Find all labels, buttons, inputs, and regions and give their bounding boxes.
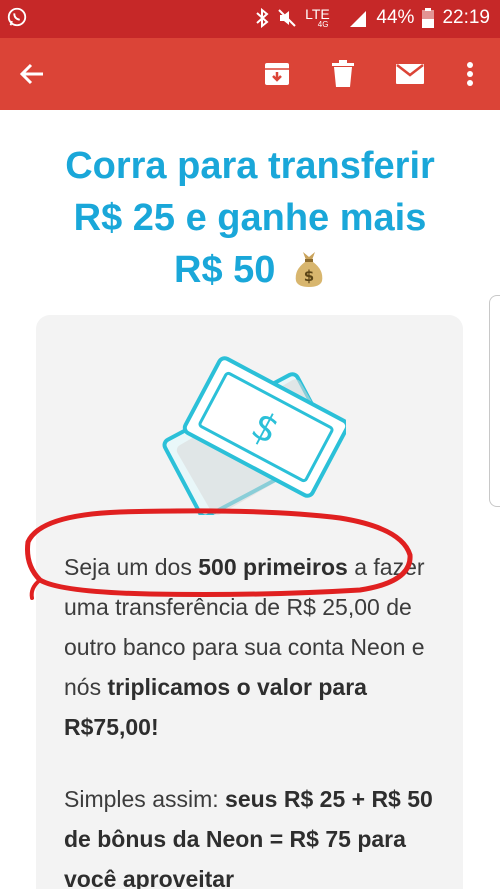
archive-button[interactable] xyxy=(257,54,297,94)
promo-paragraph-2: Simples assim: seus R$ 25 + R$ 50 de bôn… xyxy=(64,786,433,889)
bluetooth-icon xyxy=(256,8,269,28)
scroll-indicator[interactable] xyxy=(489,295,500,507)
email-toolbar xyxy=(0,38,500,110)
money-bag-icon: $ xyxy=(295,252,323,287)
battery-icon xyxy=(422,8,435,28)
email-body[interactable]: Corra para transferir R$ 25 e ganhe mais… xyxy=(0,110,500,889)
promo-card: $ Seja um dos 500 primeiros a fazer uma … xyxy=(36,315,463,889)
cash-illustration: $ xyxy=(162,356,346,515)
status-bar: LTE4G 44% 22:19 xyxy=(0,0,500,38)
more-options-button[interactable] xyxy=(450,54,490,94)
signal-icon xyxy=(350,11,367,27)
mute-icon xyxy=(278,9,296,27)
battery-percent: 44% xyxy=(376,7,415,28)
svg-text:$: $ xyxy=(304,267,314,285)
email-headline: Corra para transferir R$ 25 e ganhe mais… xyxy=(65,145,435,291)
clock: 22:19 xyxy=(442,7,490,28)
back-arrow-icon xyxy=(19,63,43,85)
archive-icon xyxy=(265,63,289,85)
more-vert-icon xyxy=(467,62,473,86)
network-type: LTE4G xyxy=(305,6,330,29)
promo-paragraph-1: Seja um dos 500 primeiros a fazer uma tr… xyxy=(64,554,425,740)
delete-button[interactable] xyxy=(323,54,363,94)
mark-unread-button[interactable] xyxy=(390,54,430,94)
whatsapp-icon xyxy=(7,7,27,27)
mark-unread-icon xyxy=(396,64,424,84)
delete-icon xyxy=(332,60,354,87)
back-button[interactable] xyxy=(12,54,52,94)
